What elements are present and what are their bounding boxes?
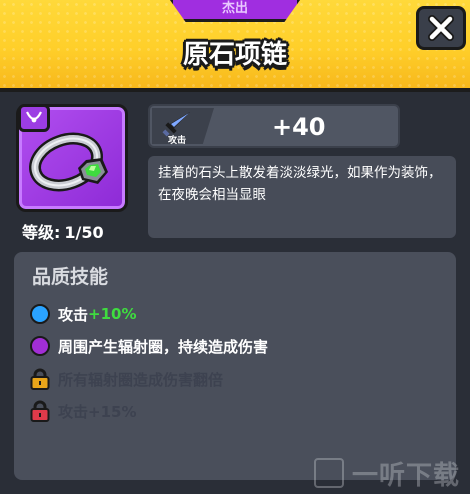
skill-row-locked: 攻击+15%	[30, 400, 136, 422]
skill-text: 所有辐射圈造成伤害翻倍	[58, 370, 224, 389]
red-lock-icon	[30, 400, 50, 422]
close-button[interactable]	[416, 6, 466, 50]
watermark-logo-icon	[314, 458, 344, 488]
necklace-slot-icon	[18, 104, 50, 132]
yellow-lock-icon	[30, 368, 50, 390]
purple-dot-icon	[30, 336, 50, 356]
watermark-text: 一听下载	[352, 460, 461, 491]
blue-dot-icon	[30, 304, 50, 324]
level-value: 1/50	[64, 223, 104, 242]
stat-label: 攻击	[168, 136, 187, 146]
item-description: 挂着的石头上散发着淡淡绿光，如果作为装饰，在夜晚会相当显眼	[158, 165, 442, 203]
skill-row-locked: 所有辐射圈造成伤害翻倍	[30, 368, 223, 390]
skill-text: 周围产生辐射圈，持续造成伤害	[58, 337, 269, 356]
rarity-tab: 杰出	[170, 0, 300, 22]
watermark: 一听下载	[314, 453, 470, 493]
skill-row: 攻击 +10%	[30, 303, 137, 325]
stat-value: +40	[272, 113, 326, 141]
skill-text: 攻击+15%	[58, 402, 137, 421]
level-label: 等级: 1/50	[22, 223, 104, 242]
item-detail-panel: 杰出 原石项链 等级: 1/50 攻击 +40 挂着的石头上散发着淡淡绿光，如果…	[0, 0, 470, 494]
skill-row: 周围产生辐射圈，持续造成伤害	[30, 335, 268, 357]
skill-text: 攻击	[58, 305, 89, 324]
item-title: 原石项链	[182, 40, 287, 70]
skills-title: 品质技能	[32, 266, 109, 288]
skill-bonus: +10%	[88, 305, 137, 323]
close-icon	[428, 15, 454, 41]
